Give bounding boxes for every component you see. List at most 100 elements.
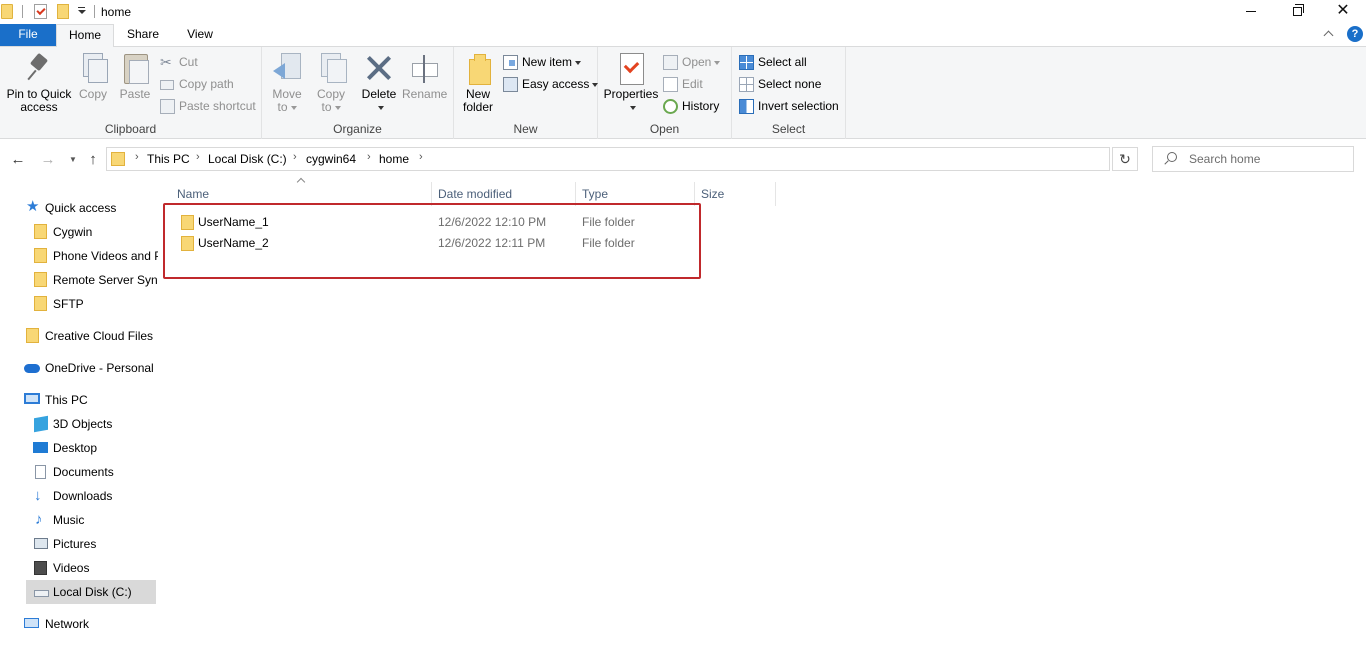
customize-toolbar-icon[interactable] bbox=[77, 7, 86, 17]
search-input[interactable] bbox=[1189, 150, 1349, 168]
delete-button[interactable]: Delete bbox=[360, 51, 398, 114]
folder-icon bbox=[111, 152, 125, 166]
chevron-down-icon bbox=[290, 105, 297, 110]
chevron-down-icon bbox=[575, 60, 582, 65]
clipboard-group-label: Clipboard bbox=[104, 122, 157, 136]
nav-item-local-disk[interactable]: Local Disk (C:) bbox=[26, 580, 156, 604]
new-folder-quick-icon[interactable] bbox=[57, 4, 69, 19]
nav-item-downloads[interactable]: ↓ Downloads bbox=[30, 484, 158, 508]
file-date-modified: 12/6/2022 12:10 PM bbox=[438, 215, 547, 229]
folder-icon bbox=[26, 328, 39, 343]
pin-to-quick-access-button[interactable]: Pin to Quick access bbox=[4, 51, 74, 114]
rename-icon bbox=[408, 51, 440, 85]
copy-icon bbox=[77, 51, 109, 85]
open-button[interactable]: Open bbox=[663, 53, 721, 73]
folder-icon bbox=[34, 248, 47, 263]
recent-locations-button[interactable]: ▼ bbox=[63, 155, 83, 164]
copy-label: Copy bbox=[78, 87, 107, 101]
edit-label: Edit bbox=[682, 77, 703, 91]
edit-button[interactable]: Edit bbox=[663, 75, 703, 95]
select-none-button[interactable]: Select none bbox=[739, 75, 821, 95]
breadcrumb-local-disk[interactable]: Local Disk (C:) bbox=[208, 152, 287, 166]
nav-item-sftp[interactable]: SFTP bbox=[30, 292, 158, 316]
help-icon[interactable]: ? bbox=[1347, 26, 1363, 42]
nav-label: Documents bbox=[53, 465, 114, 479]
chevron-right-icon[interactable]: › bbox=[135, 151, 139, 163]
nav-item-pictures[interactable]: Pictures bbox=[30, 532, 158, 556]
nav-item-quick-access[interactable]: ★ Quick access bbox=[22, 196, 158, 220]
minimize-button[interactable] bbox=[1228, 0, 1274, 24]
paste-icon bbox=[119, 51, 151, 85]
paste-button[interactable]: Paste bbox=[118, 51, 152, 101]
tab-share[interactable]: Share bbox=[114, 24, 172, 46]
new-folder-label-line1: New bbox=[465, 87, 490, 101]
nav-item-desktop[interactable]: Desktop bbox=[30, 436, 158, 460]
chevron-right-icon[interactable]: › bbox=[367, 151, 371, 163]
new-item-button[interactable]: New item bbox=[503, 53, 582, 73]
close-button[interactable]: ✕ bbox=[1320, 0, 1366, 24]
collapse-ribbon-icon[interactable] bbox=[1324, 29, 1334, 39]
nav-item-3d-objects[interactable]: 3D Objects bbox=[30, 412, 158, 436]
refresh-icon: ↻ bbox=[1119, 151, 1131, 167]
forward-button[interactable]: → bbox=[38, 151, 58, 168]
back-button[interactable]: ← bbox=[8, 151, 28, 168]
breadcrumb-this-pc[interactable]: This PC bbox=[147, 152, 190, 166]
nav-item-videos[interactable]: Videos bbox=[30, 556, 158, 580]
tab-view[interactable]: View bbox=[172, 24, 228, 46]
column-header-type[interactable]: Type bbox=[576, 182, 695, 206]
minimize-icon bbox=[1246, 11, 1256, 13]
file-row[interactable]: UserName_1 12/6/2022 12:10 PM File folde… bbox=[172, 212, 694, 233]
refresh-button[interactable]: ↻ bbox=[1112, 147, 1138, 171]
search-box[interactable] bbox=[1152, 146, 1354, 172]
paste-label: Paste bbox=[119, 87, 151, 101]
nav-item-documents[interactable]: Documents bbox=[30, 460, 158, 484]
invert-selection-button[interactable]: Invert selection bbox=[739, 97, 839, 117]
select-none-icon bbox=[739, 77, 754, 92]
nav-item-this-pc[interactable]: This PC bbox=[22, 388, 158, 412]
move-to-label-line1: Move bbox=[272, 87, 302, 101]
nav-item-remote-server-sync[interactable]: Remote Server Sync bbox=[30, 268, 158, 292]
easy-access-button[interactable]: Easy access bbox=[503, 75, 599, 95]
tab-file[interactable]: File bbox=[0, 24, 56, 46]
history-button[interactable]: History bbox=[663, 97, 719, 117]
select-all-button[interactable]: Select all bbox=[739, 53, 807, 73]
copy-path-button[interactable]: Copy path bbox=[160, 75, 234, 95]
copy-to-label-line1: Copy bbox=[316, 87, 345, 101]
column-header-date-modified[interactable]: Date modified bbox=[432, 182, 576, 206]
new-group: New folder New item Easy access New bbox=[454, 47, 599, 139]
cut-label: Cut bbox=[179, 55, 198, 69]
tab-home[interactable]: Home bbox=[56, 24, 114, 47]
rename-button[interactable]: Rename bbox=[402, 51, 447, 101]
address-bar[interactable]: › This PC › Local Disk (C:) › cygwin64 ›… bbox=[106, 147, 1203, 171]
breadcrumb-cygwin64[interactable]: cygwin64 bbox=[306, 152, 356, 166]
cut-button[interactable]: Cut bbox=[160, 53, 198, 73]
chevron-right-icon[interactable]: › bbox=[419, 151, 423, 163]
new-folder-button[interactable]: New folder bbox=[460, 51, 496, 114]
column-header-name[interactable]: Name bbox=[171, 182, 432, 206]
copy-button[interactable]: Copy bbox=[76, 51, 110, 101]
up-button[interactable]: ↑ bbox=[83, 151, 103, 168]
file-date-modified: 12/6/2022 12:11 PM bbox=[438, 236, 546, 250]
column-header-size[interactable]: Size bbox=[695, 182, 776, 206]
nav-item-network[interactable]: Network bbox=[22, 612, 158, 636]
breadcrumb-home[interactable]: home bbox=[379, 152, 409, 166]
properties-button[interactable]: Properties bbox=[602, 51, 660, 114]
easy-access-icon bbox=[503, 77, 518, 92]
nav-item-music[interactable]: ♪ Music bbox=[30, 508, 158, 532]
nav-item-phone-videos[interactable]: Phone Videos and Photos bbox=[30, 244, 158, 268]
move-to-button[interactable]: Move to bbox=[268, 51, 306, 114]
nav-label: This PC bbox=[45, 393, 88, 407]
properties-quick-icon[interactable] bbox=[34, 4, 47, 19]
chevron-right-icon[interactable]: › bbox=[293, 151, 297, 163]
restore-button[interactable] bbox=[1274, 0, 1320, 24]
file-row[interactable]: UserName_2 12/6/2022 12:11 PM File folde… bbox=[172, 233, 694, 254]
chevron-right-icon[interactable]: › bbox=[196, 151, 200, 163]
paste-shortcut-button[interactable]: Paste shortcut bbox=[160, 97, 256, 117]
open-icon bbox=[663, 55, 678, 70]
nav-item-creative-cloud[interactable]: Creative Cloud Files bbox=[22, 324, 158, 348]
nav-item-cygwin[interactable]: Cygwin bbox=[30, 220, 158, 244]
open-group: Properties Open Edit History Open bbox=[598, 47, 732, 139]
copy-to-button[interactable]: Copy to bbox=[312, 51, 350, 114]
cloud-icon bbox=[24, 364, 40, 373]
nav-item-onedrive[interactable]: OneDrive - Personal bbox=[22, 356, 158, 380]
